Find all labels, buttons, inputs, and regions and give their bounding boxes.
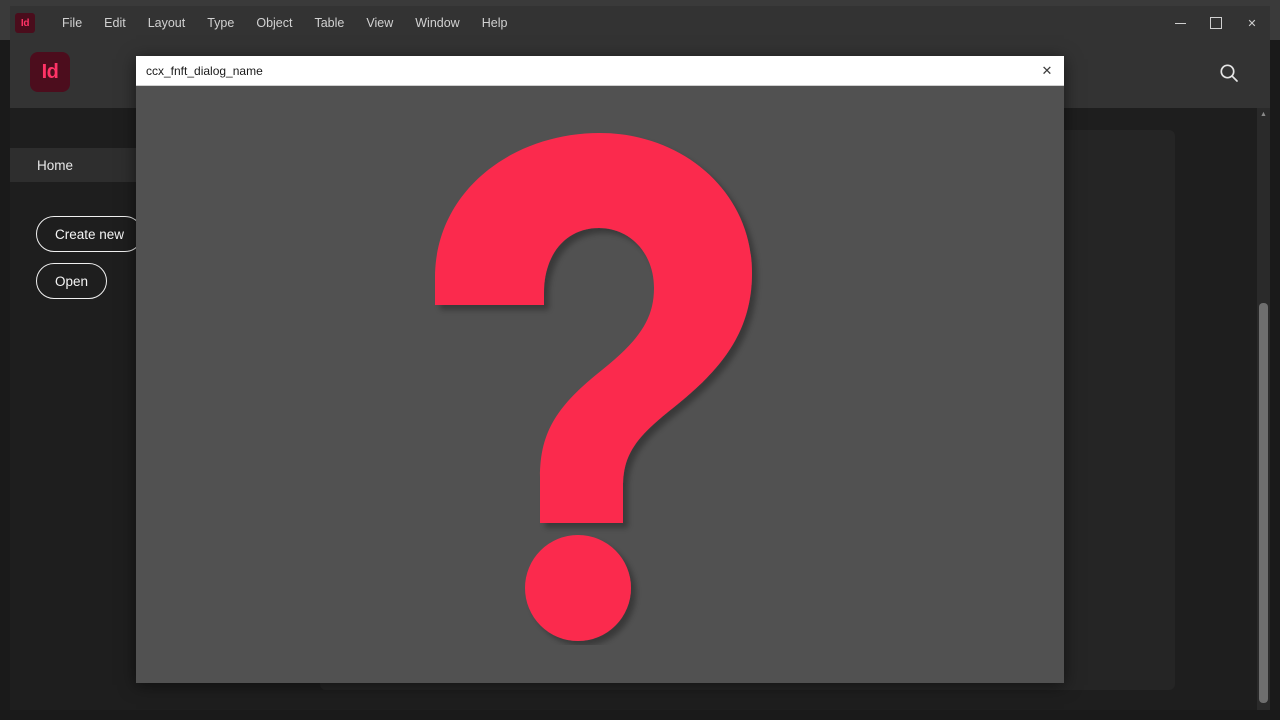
app-icon-small: Id	[15, 13, 35, 33]
maximize-icon	[1210, 17, 1222, 29]
scrollbar-thumb[interactable]	[1259, 303, 1268, 703]
maximize-button[interactable]	[1198, 6, 1234, 40]
close-button[interactable]: ✕	[1234, 6, 1270, 40]
dialog-close-button[interactable]: ✕	[1030, 56, 1064, 85]
scroll-up-arrow[interactable]: ▲	[1257, 108, 1270, 121]
minimize-icon	[1174, 22, 1186, 24]
menu-item-table[interactable]: Table	[303, 12, 355, 34]
open-button[interactable]: Open	[36, 263, 108, 299]
menu-bar: File Edit Layout Type Object Table View …	[51, 12, 518, 34]
question-mark-graphic	[430, 125, 770, 645]
menu-item-object[interactable]: Object	[245, 12, 303, 34]
os-titlebar: Id File Edit Layout Type Object Table Vi…	[0, 0, 1280, 40]
question-mark-icon	[435, 132, 752, 641]
menu-item-view[interactable]: View	[355, 12, 404, 34]
indesign-window: Id File Edit Layout Type Object Table Vi…	[0, 0, 1280, 720]
dialog-titlebar: ccx_fnft_dialog_name ✕	[136, 56, 1064, 86]
vertical-scrollbar[interactable]: ▲	[1257, 108, 1270, 710]
window-controls: ✕	[1162, 6, 1270, 40]
menu-item-type[interactable]: Type	[196, 12, 245, 34]
minimize-button[interactable]	[1162, 6, 1198, 40]
sidebar-actions: Create new Open	[36, 216, 144, 299]
menu-item-layout[interactable]: Layout	[137, 12, 197, 34]
menu-item-window[interactable]: Window	[404, 12, 470, 34]
dialog-title: ccx_fnft_dialog_name	[146, 63, 263, 78]
menu-item-edit[interactable]: Edit	[93, 12, 137, 34]
menu-item-help[interactable]: Help	[471, 12, 519, 34]
titlebar-inner: Id File Edit Layout Type Object Table Vi…	[10, 6, 1270, 40]
menu-item-file[interactable]: File	[51, 12, 93, 34]
app-logo: Id	[30, 52, 70, 92]
dialog-body	[136, 86, 1064, 683]
search-icon	[1220, 64, 1238, 82]
search-button[interactable]	[1212, 56, 1246, 90]
create-new-button[interactable]: Create new	[36, 216, 144, 252]
ccx-dialog: ccx_fnft_dialog_name ✕	[136, 56, 1064, 683]
